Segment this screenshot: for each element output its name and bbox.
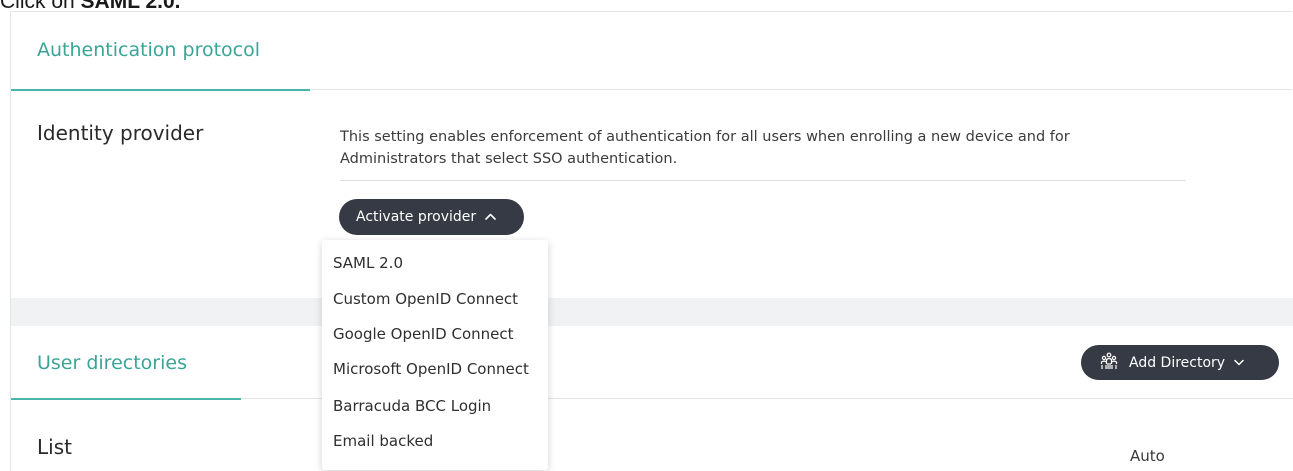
chevron-up-icon bbox=[485, 210, 496, 223]
list-label: List bbox=[37, 435, 72, 459]
activate-provider-label: Activate provider bbox=[356, 209, 477, 225]
description-line-1: This setting enables enforcement of auth… bbox=[340, 129, 1070, 145]
menu-item-saml-2-0[interactable]: SAML 2.0 bbox=[333, 254, 403, 272]
users-group-icon bbox=[1098, 352, 1129, 374]
identity-provider-description: This setting enables enforcement of auth… bbox=[340, 126, 1160, 170]
menu-item-microsoft-openid-connect[interactable]: Microsoft OpenID Connect bbox=[333, 360, 529, 378]
description-divider bbox=[340, 180, 1186, 181]
menu-item-barracuda-bcc-login[interactable]: Barracuda BCC Login bbox=[333, 397, 491, 415]
menu-item-email-backed[interactable]: Email backed bbox=[333, 432, 433, 450]
menu-item-custom-openid-connect[interactable]: Custom OpenID Connect bbox=[333, 290, 518, 308]
add-directory-button[interactable]: Add Directory bbox=[1081, 345, 1279, 380]
chevron-down-icon bbox=[1234, 356, 1253, 369]
provider-dropdown-menu: SAML 2.0 Custom OpenID Connect Google Op… bbox=[322, 240, 548, 470]
description-line-2: Administrators that select SSO authentic… bbox=[340, 151, 678, 167]
add-directory-label: Add Directory bbox=[1129, 354, 1226, 371]
activate-provider-button[interactable]: Activate provider bbox=[339, 199, 524, 235]
section-separator bbox=[11, 298, 1293, 326]
section-title-user-directories: User directories bbox=[37, 352, 187, 374]
identity-provider-label: Identity provider bbox=[37, 121, 204, 145]
auto-label: Auto bbox=[1130, 447, 1165, 465]
section-title-authentication: Authentication protocol bbox=[37, 39, 261, 61]
menu-item-google-openid-connect[interactable]: Google OpenID Connect bbox=[333, 325, 514, 343]
section-divider bbox=[310, 89, 1292, 90]
